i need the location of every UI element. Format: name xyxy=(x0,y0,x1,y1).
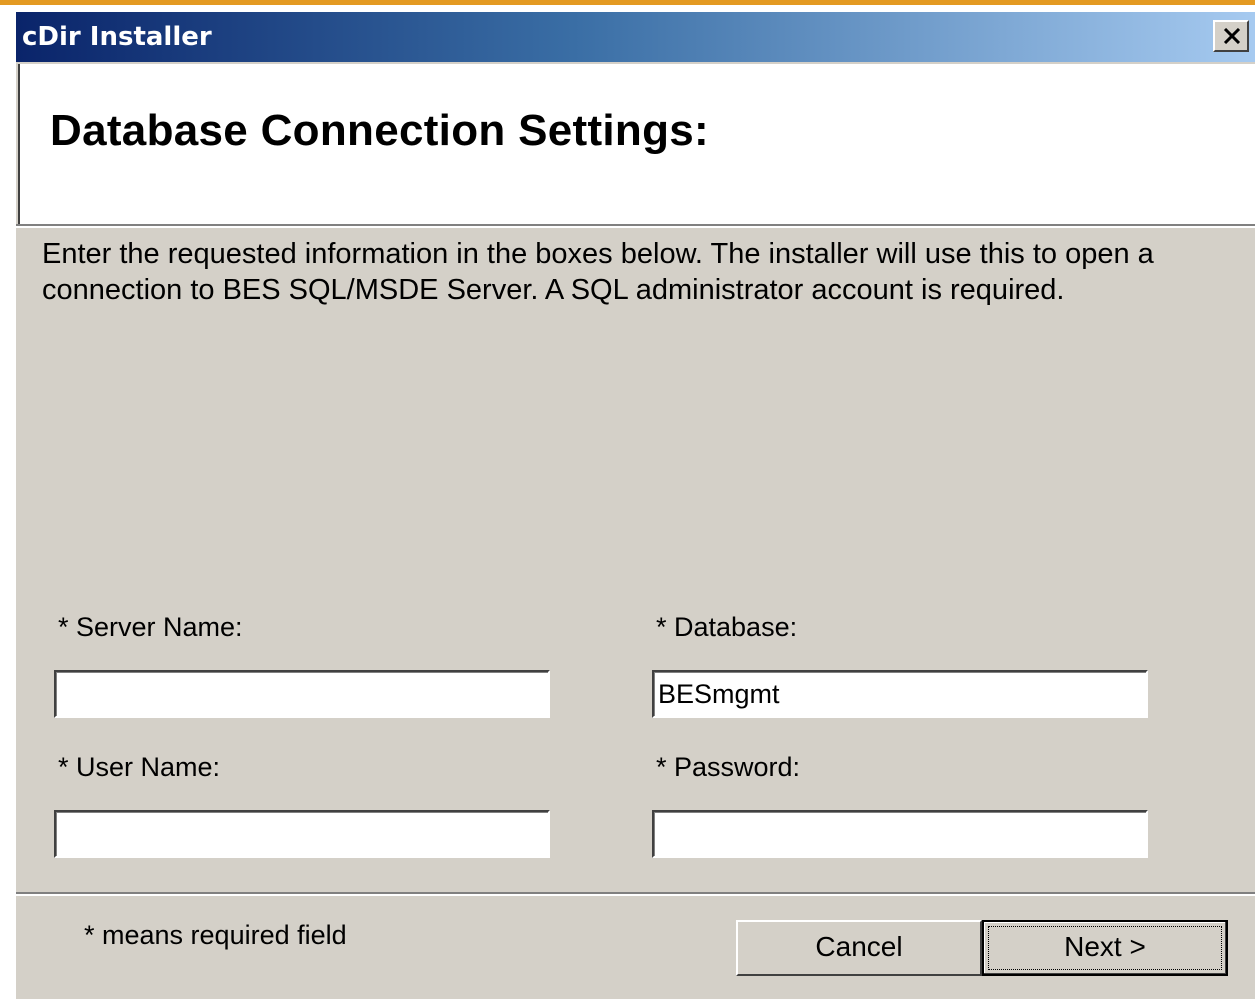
header-divider xyxy=(16,224,1255,228)
instructions-text: Enter the requested information in the b… xyxy=(42,238,1154,306)
window-title: cDir Installer xyxy=(22,22,212,52)
top-accent-line xyxy=(0,0,1255,5)
footer-divider xyxy=(16,892,1255,896)
user-name-input[interactable] xyxy=(54,810,550,858)
close-x-icon xyxy=(1223,28,1241,44)
server-name-label: * Server Name: xyxy=(58,612,243,642)
header-panel: Database Connection Settings: xyxy=(18,64,1255,224)
required-field-note: * means required field xyxy=(84,920,347,950)
next-button[interactable]: Next > xyxy=(982,920,1228,976)
database-label: * Database: xyxy=(656,612,798,642)
close-button[interactable] xyxy=(1213,20,1249,52)
page-title: Database Connection Settings: xyxy=(50,106,710,155)
next-button-label: Next > xyxy=(1064,931,1146,962)
password-label: * Password: xyxy=(656,752,801,782)
database-input[interactable] xyxy=(652,670,1148,718)
installer-dialog: cDir Installer Database Connection Setti… xyxy=(14,12,1255,999)
cancel-button[interactable]: Cancel xyxy=(736,920,982,976)
password-input[interactable] xyxy=(652,810,1148,858)
user-name-label: * User Name: xyxy=(58,752,221,782)
title-bar[interactable]: cDir Installer xyxy=(16,12,1255,62)
server-name-input[interactable] xyxy=(54,670,550,718)
